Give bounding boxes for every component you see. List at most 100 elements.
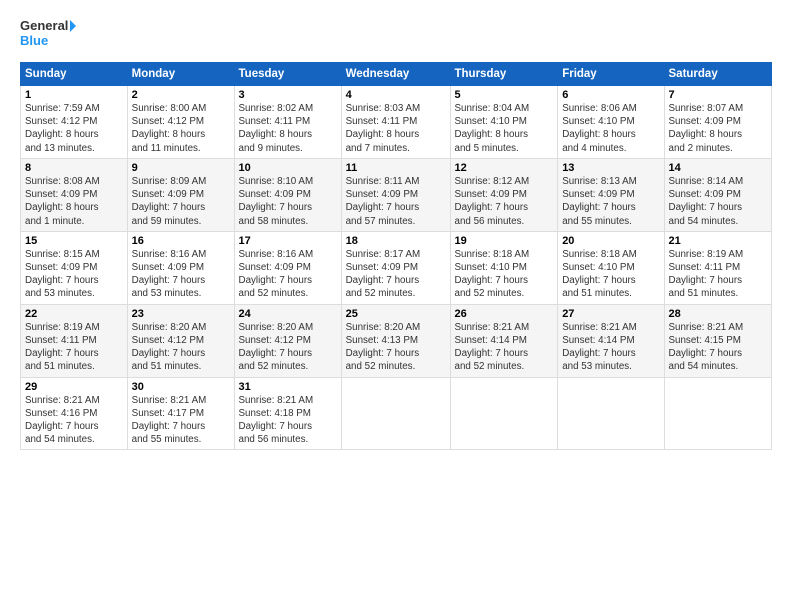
- calendar-cell: 27 Sunrise: 8:21 AMSunset: 4:14 PMDayligh…: [558, 304, 664, 377]
- day-number: 1: [25, 89, 123, 101]
- day-info: Sunrise: 8:00 AMSunset: 4:12 PMDaylight:…: [132, 103, 207, 154]
- day-info: Sunrise: 8:06 AMSunset: 4:10 PMDaylight:…: [562, 103, 637, 154]
- calendar-cell: 22 Sunrise: 8:19 AMSunset: 4:11 PMDayligh…: [21, 304, 128, 377]
- day-number: 29: [25, 381, 123, 393]
- calendar-cell: 12 Sunrise: 8:12 AMSunset: 4:09 PMDayligh…: [450, 158, 558, 231]
- calendar-cell: 4 Sunrise: 8:03 AMSunset: 4:11 PMDaylight…: [341, 86, 450, 159]
- calendar-cell: 3 Sunrise: 8:02 AMSunset: 4:11 PMDaylight…: [234, 86, 341, 159]
- calendar-cell: 25 Sunrise: 8:20 AMSunset: 4:13 PMDayligh…: [341, 304, 450, 377]
- dow-header: Wednesday: [341, 63, 450, 86]
- day-number: 9: [132, 162, 230, 174]
- day-info: Sunrise: 8:18 AMSunset: 4:10 PMDaylight:…: [455, 249, 530, 300]
- day-number: 7: [669, 89, 768, 101]
- day-number: 28: [669, 308, 768, 320]
- calendar-cell: [558, 377, 664, 450]
- day-info: Sunrise: 8:04 AMSunset: 4:10 PMDaylight:…: [455, 103, 530, 154]
- day-info: Sunrise: 8:13 AMSunset: 4:09 PMDaylight:…: [562, 176, 637, 227]
- calendar-cell: 1 Sunrise: 7:59 AMSunset: 4:12 PMDaylight…: [21, 86, 128, 159]
- day-number: 20: [562, 235, 659, 247]
- day-info: Sunrise: 8:15 AMSunset: 4:09 PMDaylight:…: [25, 249, 100, 300]
- day-number: 2: [132, 89, 230, 101]
- page: General Blue SundayMondayTuesdayWednesda…: [0, 0, 792, 612]
- day-number: 18: [346, 235, 446, 247]
- calendar-cell: 6Sunrise: 8:06 AMSunset: 4:10 PMDaylight…: [558, 86, 664, 159]
- calendar-cell: 5 Sunrise: 8:04 AMSunset: 4:10 PMDaylight…: [450, 86, 558, 159]
- day-number: 24: [239, 308, 337, 320]
- day-info: Sunrise: 8:21 AMSunset: 4:18 PMDaylight:…: [239, 395, 314, 446]
- day-info: Sunrise: 8:20 AMSunset: 4:13 PMDaylight:…: [346, 322, 421, 373]
- day-info: Sunrise: 8:03 AMSunset: 4:11 PMDaylight:…: [346, 103, 421, 154]
- calendar-cell: [664, 377, 772, 450]
- calendar-cell: 28 Sunrise: 8:21 AMSunset: 4:15 PMDayligh…: [664, 304, 772, 377]
- day-info: Sunrise: 8:02 AMSunset: 4:11 PMDaylight:…: [239, 103, 314, 154]
- calendar-cell: 18 Sunrise: 8:17 AMSunset: 4:09 PMDayligh…: [341, 231, 450, 304]
- day-info: Sunrise: 8:20 AMSunset: 4:12 PMDaylight:…: [132, 322, 207, 373]
- calendar-cell: 13 Sunrise: 8:13 AMSunset: 4:09 PMDayligh…: [558, 158, 664, 231]
- calendar-cell: 16 Sunrise: 8:16 AMSunset: 4:09 PMDayligh…: [127, 231, 234, 304]
- day-number: 17: [239, 235, 337, 247]
- calendar-cell: 30Sunrise: 8:21 AMSunset: 4:17 PMDayligh…: [127, 377, 234, 450]
- day-number: 12: [455, 162, 554, 174]
- day-number: 27: [562, 308, 659, 320]
- day-number: 21: [669, 235, 768, 247]
- day-number: 25: [346, 308, 446, 320]
- day-info: Sunrise: 8:21 AMSunset: 4:14 PMDaylight:…: [562, 322, 637, 373]
- day-number: 26: [455, 308, 554, 320]
- day-number: 22: [25, 308, 123, 320]
- calendar-cell: 2 Sunrise: 8:00 AMSunset: 4:12 PMDaylight…: [127, 86, 234, 159]
- dow-header: Thursday: [450, 63, 558, 86]
- day-number: 3: [239, 89, 337, 101]
- day-number: 10: [239, 162, 337, 174]
- day-info: Sunrise: 8:09 AMSunset: 4:09 PMDaylight:…: [132, 176, 207, 227]
- day-info: Sunrise: 8:16 AMSunset: 4:09 PMDaylight:…: [239, 249, 314, 300]
- svg-text:General: General: [20, 18, 68, 33]
- calendar-cell: 10 Sunrise: 8:10 AMSunset: 4:09 PMDayligh…: [234, 158, 341, 231]
- day-info: Sunrise: 8:10 AMSunset: 4:09 PMDaylight:…: [239, 176, 314, 227]
- calendar-cell: 20 Sunrise: 8:18 AMSunset: 4:10 PMDayligh…: [558, 231, 664, 304]
- day-number: 19: [455, 235, 554, 247]
- calendar-table: SundayMondayTuesdayWednesdayThursdayFrid…: [20, 62, 772, 450]
- day-info: Sunrise: 8:07 AMSunset: 4:09 PMDaylight:…: [669, 103, 744, 154]
- logo-svg: General Blue: [20, 16, 76, 52]
- day-info: Sunrise: 8:21 AMSunset: 4:14 PMDaylight:…: [455, 322, 530, 373]
- day-info: Sunrise: 8:14 AMSunset: 4:09 PMDaylight:…: [669, 176, 744, 227]
- calendar-cell: 9 Sunrise: 8:09 AMSunset: 4:09 PMDaylight…: [127, 158, 234, 231]
- calendar-cell: 8Sunrise: 8:08 AMSunset: 4:09 PMDaylight…: [21, 158, 128, 231]
- day-info: Sunrise: 8:19 AMSunset: 4:11 PMDaylight:…: [669, 249, 744, 300]
- day-info: Sunrise: 8:17 AMSunset: 4:09 PMDaylight:…: [346, 249, 421, 300]
- day-number: 15: [25, 235, 123, 247]
- day-number: 23: [132, 308, 230, 320]
- calendar-cell: [341, 377, 450, 450]
- calendar-cell: 17 Sunrise: 8:16 AMSunset: 4:09 PMDayligh…: [234, 231, 341, 304]
- day-number: 4: [346, 89, 446, 101]
- day-number: 31: [239, 381, 337, 393]
- svg-text:Blue: Blue: [20, 33, 48, 48]
- day-info: Sunrise: 8:21 AMSunset: 4:16 PMDaylight:…: [25, 395, 100, 446]
- calendar-cell: 26 Sunrise: 8:21 AMSunset: 4:14 PMDayligh…: [450, 304, 558, 377]
- calendar-cell: 24 Sunrise: 8:20 AMSunset: 4:12 PMDayligh…: [234, 304, 341, 377]
- calendar-cell: [450, 377, 558, 450]
- calendar-cell: 21 Sunrise: 8:19 AMSunset: 4:11 PMDayligh…: [664, 231, 772, 304]
- dow-header: Friday: [558, 63, 664, 86]
- day-info: Sunrise: 8:12 AMSunset: 4:09 PMDaylight:…: [455, 176, 530, 227]
- day-info: Sunrise: 8:11 AMSunset: 4:09 PMDaylight:…: [346, 176, 420, 227]
- day-info: Sunrise: 8:18 AMSunset: 4:10 PMDaylight:…: [562, 249, 637, 300]
- day-info: Sunrise: 8:21 AMSunset: 4:17 PMDaylight:…: [132, 395, 207, 446]
- day-info: Sunrise: 7:59 AMSunset: 4:12 PMDaylight:…: [25, 103, 100, 154]
- day-info: Sunrise: 8:21 AMSunset: 4:15 PMDaylight:…: [669, 322, 744, 373]
- dow-header: Sunday: [21, 63, 128, 86]
- calendar-cell: 23 Sunrise: 8:20 AMSunset: 4:12 PMDayligh…: [127, 304, 234, 377]
- day-info: Sunrise: 8:16 AMSunset: 4:09 PMDaylight:…: [132, 249, 207, 300]
- day-info: Sunrise: 8:19 AMSunset: 4:11 PMDaylight:…: [25, 322, 100, 373]
- day-info: Sunrise: 8:20 AMSunset: 4:12 PMDaylight:…: [239, 322, 314, 373]
- day-number: 5: [455, 89, 554, 101]
- dow-header: Tuesday: [234, 63, 341, 86]
- day-number: 14: [669, 162, 768, 174]
- day-number: 16: [132, 235, 230, 247]
- calendar-cell: 7 Sunrise: 8:07 AMSunset: 4:09 PMDaylight…: [664, 86, 772, 159]
- calendar-cell: 31 Sunrise: 8:21 AMSunset: 4:18 PMDayligh…: [234, 377, 341, 450]
- day-info: Sunrise: 8:08 AMSunset: 4:09 PMDaylight:…: [25, 176, 100, 227]
- calendar-cell: 15 Sunrise: 8:15 AMSunset: 4:09 PMDayligh…: [21, 231, 128, 304]
- calendar-cell: 29 Sunrise: 8:21 AMSunset: 4:16 PMDayligh…: [21, 377, 128, 450]
- day-number: 13: [562, 162, 659, 174]
